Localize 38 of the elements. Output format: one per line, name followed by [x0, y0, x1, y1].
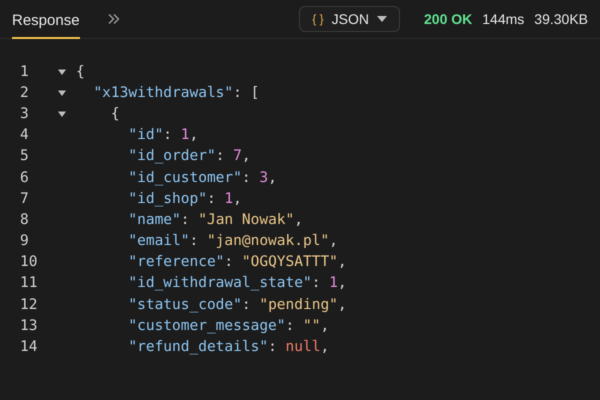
status-code: 200 OK — [424, 11, 472, 27]
response-time: 144ms — [482, 11, 524, 27]
code-line: "id": 1, — [127, 127, 198, 144]
fold-down-icon[interactable] — [58, 68, 66, 76]
code-line: "reference": "OGQYSATTT", — [127, 254, 347, 270]
caret-icon — [377, 16, 387, 22]
line-number: 8 — [19, 212, 30, 228]
line-number: 5 — [19, 148, 30, 164]
fold-down-icon[interactable] — [58, 88, 66, 97]
code-line: "id_shop": 1, — [127, 190, 242, 207]
line-number: 3 — [19, 106, 30, 122]
code-line: "x13withdrawals": [ — [92, 84, 260, 101]
fold-down-icon[interactable] — [58, 110, 66, 118]
code-line: "id_customer": 3, — [127, 170, 277, 186]
line-number: 9 — [19, 233, 30, 250]
code-line: "refund_details": null, — [127, 339, 330, 356]
code-line: "id_order": 7, — [127, 148, 251, 164]
line-number: 14 — [19, 339, 38, 356]
line-number: 4 — [19, 127, 30, 144]
line-number: 13 — [19, 318, 38, 334]
line-number: 6 — [19, 170, 30, 186]
line-number: 11 — [19, 275, 38, 292]
code-line: "id_withdrawal_state": 1, — [127, 275, 347, 292]
response-tab[interactable]: Response — [12, 3, 80, 39]
double-chevron-icon[interactable] — [108, 13, 120, 25]
line-number: 12 — [19, 296, 38, 313]
response-size: 39.30KB — [534, 11, 588, 27]
code-line: { — [76, 64, 85, 80]
code-line: { — [110, 106, 120, 122]
code-line: "customer_message": "", — [127, 318, 330, 334]
line-number: 7 — [19, 190, 30, 207]
code-line: "email": "jan@nowak.pl", — [127, 233, 338, 250]
format-dropdown[interactable]: { } JSON — [299, 6, 400, 32]
code-line: "name": "Jan Nowak", — [127, 212, 303, 228]
code-line: "status_code": "pending", — [127, 296, 347, 313]
line-number: 10 — [19, 254, 38, 270]
line-number: 2 — [19, 84, 30, 101]
line-number: 1 — [19, 64, 30, 80]
